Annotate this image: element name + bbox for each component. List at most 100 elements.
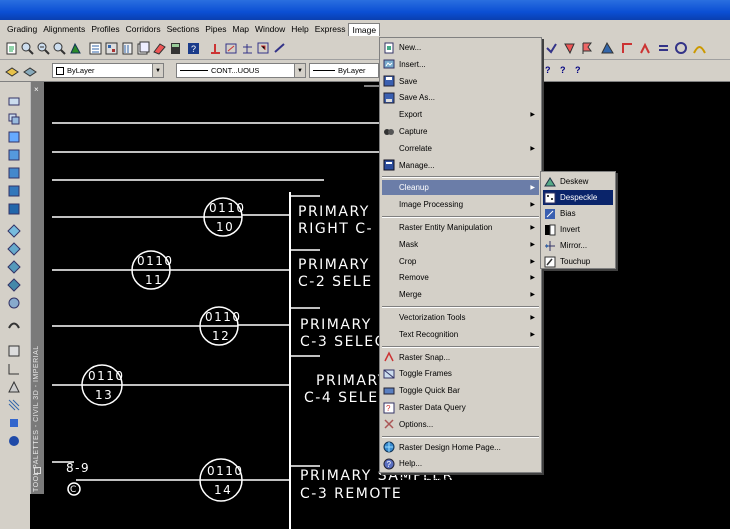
menu-window[interactable]: Window: [252, 23, 288, 35]
hatch-icon[interactable]: [7, 398, 21, 412]
copy-icon[interactable]: [7, 112, 21, 126]
menu-corridors[interactable]: Corridors: [123, 23, 164, 35]
menu-item-crop[interactable]: Crop ▶: [382, 254, 539, 269]
help-toolbar-icon[interactable]: ?: [186, 41, 201, 56]
lineweight-combo[interactable]: ByLayer: [309, 63, 379, 78]
menu-item-correlate[interactable]: Correlate ▶: [382, 141, 539, 156]
menu-item-save[interactable]: Save: [382, 74, 539, 89]
menu-item-text-recognition[interactable]: Text Recognition ▶: [382, 327, 539, 342]
layer-combo[interactable]: ByLayer ▼: [52, 63, 164, 78]
close-icon[interactable]: ×: [34, 85, 39, 94]
menu-item-mask[interactable]: Mask ▶: [382, 237, 539, 252]
layer-manager-icon[interactable]: [4, 63, 19, 78]
menu-item-raster-design-home-page[interactable]: Raster Design Home Page...: [382, 440, 539, 455]
raster-tool-1-icon[interactable]: [544, 41, 559, 56]
chevron-down-icon[interactable]: ▼: [152, 64, 163, 77]
submenu-item-despeckle[interactable]: Despeckle: [543, 190, 613, 205]
erase-icon[interactable]: [7, 94, 21, 108]
markup-icon[interactable]: [152, 41, 167, 56]
zoom-previous-icon[interactable]: [52, 41, 67, 56]
menu-item-image-processing[interactable]: Image Processing ▶: [382, 197, 539, 212]
palette-properties-icon[interactable]: [34, 467, 41, 474]
region-icon[interactable]: [7, 416, 21, 430]
menu-profiles[interactable]: Profiles: [88, 23, 122, 35]
menu-item-save-as[interactable]: Save As...: [382, 90, 539, 105]
menu-item-manage[interactable]: Manage...: [382, 158, 539, 173]
image-snap-tool-icon[interactable]: [272, 41, 287, 56]
menu-item-remove[interactable]: Remove ▶: [382, 270, 539, 285]
rotate-icon[interactable]: [7, 202, 21, 216]
linetype-combo[interactable]: CONT...UOUS ▼: [176, 63, 306, 78]
submenu-item-touchup[interactable]: Touchup: [543, 254, 613, 269]
qnew-icon[interactable]: [4, 41, 19, 56]
join-icon[interactable]: [7, 318, 21, 332]
menu-item-capture[interactable]: Capture: [382, 124, 539, 139]
table-icon[interactable]: [7, 434, 21, 448]
break-icon[interactable]: [7, 296, 21, 310]
sheet-set-icon[interactable]: [136, 41, 151, 56]
help-button-3[interactable]: ?: [575, 65, 581, 75]
raster-tool-5-icon[interactable]: [620, 41, 635, 56]
menu-item-new[interactable]: New...: [382, 40, 539, 55]
layer-previous-icon[interactable]: [22, 63, 37, 78]
raster-tool-7-icon[interactable]: [656, 41, 671, 56]
image-insert-tool-icon[interactable]: [208, 41, 223, 56]
menu-express[interactable]: Express: [312, 23, 349, 35]
menu-item-cleanup[interactable]: Cleanup ▶: [382, 180, 539, 196]
design-center-icon[interactable]: [104, 41, 119, 56]
menu-item-about-raster-design[interactable]: About Raster Design...: [382, 473, 539, 488]
chevron-down-icon[interactable]: ▼: [294, 64, 305, 77]
image-correlate-tool-icon[interactable]: [240, 41, 255, 56]
menu-item-raster-snap[interactable]: Raster Snap...: [382, 350, 539, 365]
stretch-icon[interactable]: [7, 242, 21, 256]
menu-pipes[interactable]: Pipes: [202, 23, 229, 35]
menu-item-insert[interactable]: Insert...: [382, 57, 539, 72]
menu-item-toggle-frames[interactable]: Toggle Frames: [382, 366, 539, 381]
scale-icon[interactable]: [7, 224, 21, 238]
image-frame-tool-icon[interactable]: [256, 41, 271, 56]
menu-item-raster-entity-manipulation[interactable]: Raster Entity Manipulation ▶: [382, 220, 539, 235]
raster-tool-6-icon[interactable]: [638, 41, 653, 56]
menu-item-vectorization-tools[interactable]: Vectorization Tools ▶: [382, 310, 539, 325]
menu-image[interactable]: Image: [348, 22, 381, 36]
mirror-tool-icon[interactable]: [7, 130, 21, 144]
array-icon[interactable]: [7, 166, 21, 180]
raster-tool-3-icon[interactable]: [580, 41, 595, 56]
menu-sections[interactable]: Sections: [164, 23, 203, 35]
menu-item-export[interactable]: Export ▶: [382, 107, 539, 122]
properties-icon[interactable]: [88, 41, 103, 56]
submenu-item-deskew[interactable]: Deskew: [543, 174, 613, 189]
menu-item-help[interactable]: ? Help...: [382, 456, 539, 471]
tool-palettes-strip[interactable]: × TOOL PALETTES - CIVIL 3D - IMPERIAL: [30, 82, 44, 494]
menu-grading[interactable]: Grading: [4, 23, 40, 35]
offset-icon[interactable]: [7, 148, 21, 162]
submenu-item-mirror[interactable]: Mirror...: [543, 238, 613, 253]
raster-tool-4-icon[interactable]: [600, 41, 615, 56]
tool-palettes-icon[interactable]: [120, 41, 135, 56]
chamfer-icon[interactable]: [7, 344, 21, 358]
raster-tool-9-icon[interactable]: [692, 41, 707, 56]
menu-map[interactable]: Map: [229, 23, 252, 35]
zoom-window-icon[interactable]: [36, 41, 51, 56]
image-clip-tool-icon[interactable]: [224, 41, 239, 56]
help-button-2[interactable]: ?: [560, 65, 566, 75]
move-icon[interactable]: [7, 184, 21, 198]
fillet-icon[interactable]: [7, 362, 21, 376]
menu-item-merge[interactable]: Merge ▶: [382, 287, 539, 302]
calculator-icon[interactable]: [168, 41, 183, 56]
raster-tool-2-icon[interactable]: [562, 41, 577, 56]
menu-alignments[interactable]: Alignments: [40, 23, 88, 35]
menu-item-toggle-quick-bar[interactable]: Toggle Quick Bar: [382, 383, 539, 398]
menu-help[interactable]: Help: [288, 23, 311, 35]
pan-icon[interactable]: [68, 41, 83, 56]
trim-icon[interactable]: [7, 260, 21, 274]
submenu-item-invert[interactable]: Invert: [543, 222, 613, 237]
menu-item-raster-data-query[interactable]: ? Raster Data Query: [382, 400, 539, 415]
zoom-realtime-icon[interactable]: [20, 41, 35, 56]
explode-icon[interactable]: [7, 380, 21, 394]
submenu-item-bias[interactable]: Bias: [543, 206, 613, 221]
extend-icon[interactable]: [7, 278, 21, 292]
raster-tool-8-icon[interactable]: [674, 41, 689, 56]
menu-item-options[interactable]: Options...: [382, 417, 539, 432]
help-button-1[interactable]: ?: [545, 65, 551, 75]
